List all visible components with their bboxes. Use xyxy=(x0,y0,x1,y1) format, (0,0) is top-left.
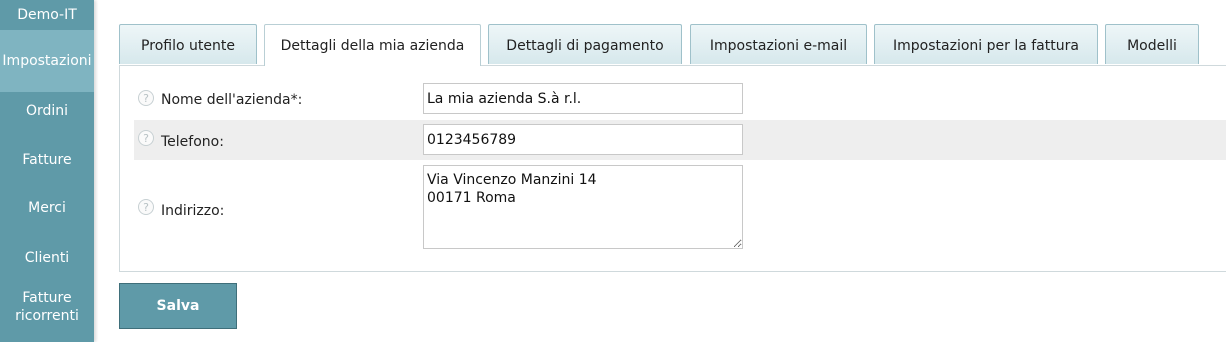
brand-label: Demo-IT xyxy=(17,7,77,23)
sidebar-item-fatture[interactable]: Fatture xyxy=(0,140,94,188)
sidebar: Demo-IT Impostazioni Ordini Fatture Merc… xyxy=(0,0,94,342)
help-icon[interactable]: ? xyxy=(138,199,154,215)
sidebar-item-fatture-ricorrenti[interactable]: Fatture ricorrenti xyxy=(12,289,82,325)
tab-label: Impostazioni per la fattura xyxy=(893,38,1079,54)
company-name-label: Nome dell'azienda*: xyxy=(161,92,303,108)
main-content: Profilo utente Dettagli della mia aziend… xyxy=(94,0,1226,342)
sidebar-item-label: Merci xyxy=(28,200,66,216)
tab-modelli[interactable]: Modelli xyxy=(1105,24,1199,64)
sidebar-item-merci[interactable]: Merci xyxy=(0,188,94,236)
sidebar-item-label: Clienti xyxy=(24,250,70,266)
tab-profilo-utente[interactable]: Profilo utente xyxy=(119,24,257,64)
tab-label: Dettagli della mia azienda xyxy=(280,38,465,54)
address-textarea[interactable]: Via Vincenzo Manzini 14 00171 Roma xyxy=(423,165,743,249)
sidebar-item-ordini[interactable]: Ordini xyxy=(0,92,94,140)
phone-input[interactable] xyxy=(423,124,743,155)
tab-label: Dettagli di pagamento xyxy=(506,38,664,54)
tab-label: Profilo utente xyxy=(141,38,235,54)
sidebar-item-label: Impostazioni xyxy=(2,53,92,69)
company-name-row: ? Nome dell'azienda*: xyxy=(134,80,1226,120)
tab-bar: Profilo utente Dettagli della mia aziend… xyxy=(119,24,1226,66)
phone-row: ? Telefono: xyxy=(134,120,1226,160)
address-label: Indirizzo: xyxy=(161,203,225,219)
company-details-panel: ? Nome dell'azienda*: ? Telefono: ? Indi… xyxy=(119,65,1226,272)
help-icon[interactable]: ? xyxy=(138,130,154,146)
tab-impostazioni-fattura[interactable]: Impostazioni per la fattura xyxy=(874,24,1098,64)
sidebar-item-label: Fatture xyxy=(22,152,72,168)
sidebar-item-impostazioni[interactable]: Impostazioni xyxy=(0,30,94,92)
save-button[interactable]: Salva xyxy=(119,283,237,329)
address-row: ? Indirizzo: Via Vincenzo Manzini 14 001… xyxy=(134,162,1226,254)
sidebar-item-label: Ordini xyxy=(25,103,69,119)
help-icon[interactable]: ? xyxy=(138,90,154,106)
company-name-input[interactable] xyxy=(423,83,743,114)
tab-label: Impostazioni e-mail xyxy=(709,38,848,54)
tab-dettagli-pagamento[interactable]: Dettagli di pagamento xyxy=(488,24,682,64)
tab-dettagli-azienda[interactable]: Dettagli della mia azienda xyxy=(264,24,481,66)
sidebar-item-clienti[interactable]: Clienti xyxy=(0,236,94,284)
phone-label: Telefono: xyxy=(161,134,224,150)
tab-impostazioni-email[interactable]: Impostazioni e-mail xyxy=(690,24,867,64)
tab-label: Modelli xyxy=(1127,38,1177,54)
sidebar-item-label: Fatture ricorrenti xyxy=(15,290,79,324)
